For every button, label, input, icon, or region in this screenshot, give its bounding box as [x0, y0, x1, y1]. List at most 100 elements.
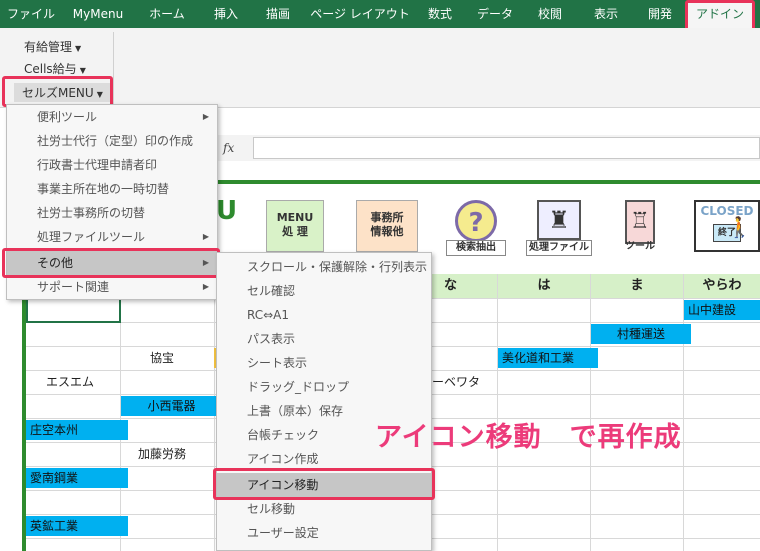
cell-kato[interactable]: 加藤労務 — [138, 444, 186, 464]
submenu-item-cell-check[interactable]: セル確認 — [217, 279, 431, 303]
menu-item-label: 処理ファイルツール — [37, 230, 146, 244]
search-extract-label: 検索抽出 — [446, 240, 506, 256]
menu-item-label: 社労士代行（定型）印の作成 — [37, 134, 194, 148]
formula-input[interactable] — [253, 137, 760, 159]
cells-menu-label: セルズMENU — [22, 86, 94, 100]
exit-person-icon: 🚶 — [727, 215, 752, 239]
cell-kyoho[interactable]: 協宝 — [150, 348, 174, 368]
cell-aichi[interactable]: 愛南鋼業 — [26, 468, 128, 488]
menu-shori-line2: 処 理 — [282, 225, 308, 238]
submenu-item-label: スクロール・保護解除・行列表示 — [247, 260, 428, 274]
tab-view[interactable]: 表示 — [584, 0, 628, 28]
cells-kyuyo-button[interactable]: Cells給与 ▼ — [24, 60, 86, 77]
process-file-label: 処理ファイル — [526, 240, 592, 256]
tab-mymenu[interactable]: MyMenu — [66, 0, 130, 28]
active-cell[interactable] — [26, 298, 121, 323]
submenu-item-label: アイコン移動 — [247, 478, 319, 492]
jimusho-joho-line1: 事務所 — [370, 211, 404, 224]
tab-review[interactable]: 校閲 — [530, 0, 570, 28]
tab-insert[interactable]: 挿入 — [206, 0, 246, 28]
menu-item-label: 社労士事務所の切替 — [37, 206, 146, 220]
ribbon-tab-bar: ファイル MyMenu ホーム 挿入 描画 ページ レイアウト 数式 データ 校… — [0, 0, 760, 28]
submenu-item-sheet-show[interactable]: シート表示 — [217, 351, 431, 375]
file-person-icon: ♜ — [537, 200, 581, 240]
tab-developer[interactable]: 開発 — [640, 0, 680, 28]
submenu-item-label: セル移動 — [247, 502, 296, 516]
menu-item-sonota[interactable]: その他 ▶ — [7, 251, 217, 275]
sheet-letter-u: U — [216, 196, 238, 226]
jimusho-joho-line2: 情報他 — [370, 225, 404, 238]
cell-bika[interactable]: 美化道和工業 — [498, 348, 598, 368]
cell-eiko[interactable]: 英鉱工業 — [26, 516, 128, 536]
yukyu-kanri-label: 有給管理 — [24, 40, 73, 54]
header-cell-ha: は — [498, 274, 590, 298]
submenu-item-label: 台帳チェック — [247, 428, 320, 442]
tab-draw[interactable]: 描画 — [258, 0, 298, 28]
tab-file[interactable]: ファイル — [6, 0, 56, 28]
submenu-item-drag-drop[interactable]: ドラッグ_ドロップ — [217, 375, 431, 399]
cell-konishi[interactable]: 小西電器 — [121, 396, 222, 416]
cell-esuemu[interactable]: エスエム — [46, 372, 94, 392]
fx-icon[interactable]: fx — [223, 138, 245, 158]
header-cell-yarawa: やらわ — [684, 274, 760, 298]
caret-down-icon: ▼ — [96, 90, 103, 99]
submenu-item-label: 上書（原本）保存 — [247, 404, 344, 418]
jimusho-joho-button[interactable]: 事務所 情報他 — [356, 200, 418, 252]
cells-menu-dropdown: 便利ツール ▶ 社労士代行（定型）印の作成 行政書士代理申請者印 事業主所在地の一… — [6, 104, 218, 300]
submenu-item-label: RC⇔A1 — [247, 308, 290, 322]
header-cell-ma: ま — [591, 274, 683, 298]
tab-formula[interactable]: 数式 — [420, 0, 460, 28]
menu-item-gyoseishoshi-in[interactable]: 行政書士代理申請者印 — [7, 153, 217, 177]
menu-item-benri-tool[interactable]: 便利ツール ▶ — [7, 105, 217, 129]
menu-item-label: サポート関連 — [37, 280, 110, 294]
formula-bar: fx — [215, 135, 760, 161]
cell-yamanaka[interactable]: 山中建設 — [684, 300, 760, 320]
chevron-right-icon: ▶ — [202, 258, 209, 267]
tab-page-layout[interactable]: ページ レイアウト — [310, 0, 410, 28]
submenu-item-icon-move[interactable]: アイコン移動 — [217, 473, 431, 497]
menu-item-label: 便利ツール — [37, 110, 98, 124]
submenu-item-label: ユーザー設定 — [247, 526, 319, 540]
yukyu-kanri-button[interactable]: 有給管理 ▼ — [24, 38, 81, 55]
search-extract-button[interactable]: ? 検索抽出 — [446, 200, 506, 256]
cell-shoku[interactable]: 庄空本州 — [26, 420, 128, 440]
caret-down-icon: ▼ — [79, 66, 86, 75]
tab-data[interactable]: データ — [470, 0, 520, 28]
ribbon-body: 有給管理 ▼ Cells給与 ▼ セルズMENU ▼ — [0, 28, 760, 108]
menu-item-jigyonushi-switch[interactable]: 事業主所在地の一時切替 — [7, 177, 217, 201]
submenu-item-label: シート表示 — [247, 356, 308, 370]
submenu-item-user-settings[interactable]: ユーザー設定 — [217, 521, 431, 545]
tool-button[interactable]: ♖ ツール — [610, 200, 670, 252]
menu-item-file-tool[interactable]: 処理ファイルツール ▶ — [7, 225, 217, 249]
submenu-item-cell-move[interactable]: セル移動 — [217, 497, 431, 521]
menu-item-support[interactable]: サポート関連 ▶ — [7, 275, 217, 299]
tab-home[interactable]: ホーム — [140, 0, 194, 28]
submenu-item-label: ドラッグ_ドロップ — [247, 380, 350, 394]
submenu-item-scroll[interactable]: スクロール・保護解除・行列表示 — [217, 255, 431, 279]
grid-line — [497, 274, 498, 551]
process-file-button[interactable]: ♜ 処理ファイル — [526, 200, 592, 256]
magnifier-question-icon: ? — [455, 200, 497, 242]
chevron-right-icon: ▶ — [202, 112, 209, 121]
cells-menu-button[interactable]: セルズMENU ▼ — [14, 83, 111, 102]
menu-shori-line1: MENU — [276, 211, 314, 224]
tool-label: ツール — [625, 241, 655, 252]
grid-line — [590, 274, 591, 551]
tool-icon: ♖ — [625, 200, 655, 244]
menu-item-sharoushi-in[interactable]: 社労士代行（定型）印の作成 — [7, 129, 217, 153]
submenu-item-label: セル確認 — [247, 284, 296, 298]
chevron-right-icon: ▶ — [202, 232, 209, 241]
menu-shori-button[interactable]: MENU 処 理 — [266, 200, 324, 252]
menu-item-jimusho-switch[interactable]: 社労士事務所の切替 — [7, 201, 217, 225]
menu-item-label: 行政書士代理申請者印 — [37, 158, 158, 172]
tab-addin[interactable]: アドイン — [688, 0, 752, 28]
submenu-item-rc-a1[interactable]: RC⇔A1 — [217, 303, 431, 327]
cell-bewata[interactable]: ーベワタ — [432, 372, 480, 392]
caret-down-icon: ▼ — [75, 44, 82, 53]
ribbon-group-divider — [113, 32, 114, 104]
menu-item-label: その他 — [37, 256, 74, 270]
cell-murata[interactable]: 村種運送 — [591, 324, 691, 344]
closed-button[interactable]: CLOSED 終了 🚶 — [694, 200, 760, 252]
submenu-item-path[interactable]: パス表示 — [217, 327, 431, 351]
chevron-right-icon: ▶ — [202, 282, 209, 291]
